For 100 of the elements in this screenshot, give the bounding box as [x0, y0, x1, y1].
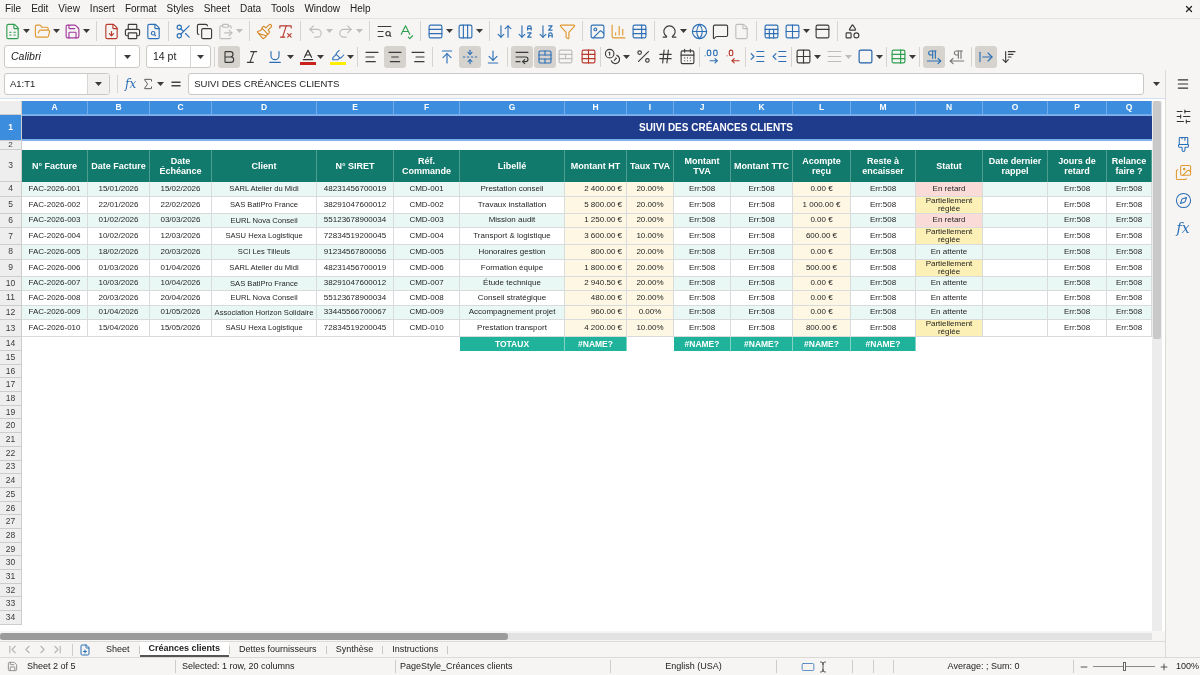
print-preview-icon[interactable]	[145, 22, 162, 40]
sort-descending-icon[interactable]	[538, 22, 555, 40]
borders-icon[interactable]	[795, 48, 812, 65]
omega-icon[interactable]	[661, 22, 678, 40]
underline-icon[interactable]	[267, 48, 283, 65]
row-header[interactable]: 4	[0, 182, 22, 197]
row-header[interactable]: 7	[0, 228, 22, 245]
navigator-icon[interactable]	[1174, 192, 1192, 209]
cut-icon[interactable]	[175, 22, 192, 40]
row-header[interactable]: 11	[0, 291, 22, 306]
row-header[interactable]: 18	[0, 392, 22, 406]
document-status-icon[interactable]	[6, 661, 18, 672]
print-range-icon[interactable]	[763, 22, 780, 40]
name-box[interactable]: A1:T1	[4, 73, 110, 95]
pivot-table-icon[interactable]	[631, 22, 648, 40]
caret-icon[interactable]	[287, 54, 294, 59]
left-to-right-button[interactable]	[923, 45, 945, 68]
caret-icon[interactable]	[623, 54, 630, 59]
sheet-tab[interactable]: Instructions	[383, 642, 448, 657]
language[interactable]: English (USA)	[665, 659, 722, 674]
caret-icon[interactable]	[157, 82, 165, 86]
sort-ascending-icon[interactable]	[517, 22, 534, 40]
clear-formatting-icon[interactable]	[277, 22, 294, 40]
caret-icon[interactable]	[476, 29, 483, 33]
bold-button[interactable]	[218, 45, 240, 68]
caret-icon[interactable]	[876, 54, 883, 59]
paintbrush-icon[interactable]	[256, 22, 273, 40]
function-wizard-button[interactable]: fx	[125, 77, 137, 91]
functions-button[interactable]: fx	[1176, 220, 1190, 236]
add-decimal-icon[interactable]	[703, 48, 720, 65]
wrap-text-button[interactable]	[511, 45, 533, 68]
properties-icon[interactable]	[1174, 108, 1192, 125]
row-header[interactable]: 13	[0, 320, 22, 337]
shapes-icon[interactable]	[844, 22, 861, 40]
page-style[interactable]: PageStyle_Créances clients	[400, 660, 513, 671]
row-header[interactable]: 27	[0, 515, 22, 529]
currency-icon[interactable]	[604, 48, 621, 65]
font-color-icon[interactable]	[299, 48, 316, 65]
row-header[interactable]: 8	[0, 245, 22, 260]
align-bottom-icon[interactable]	[485, 48, 501, 65]
freeze-panes-icon[interactable]	[784, 22, 801, 40]
row-header[interactable]: 3	[0, 150, 22, 182]
menu-item[interactable]: View	[53, 1, 85, 17]
merge-cells-button[interactable]	[534, 45, 556, 68]
formula-input[interactable]: SUIVI DES CRÉANCES CLIENTS	[188, 73, 1144, 95]
align-middle-button[interactable]	[459, 45, 481, 68]
row-header[interactable]: 21	[0, 433, 22, 447]
menu-item[interactable]: Window	[299, 1, 345, 17]
row-header[interactable]: 15	[0, 351, 22, 365]
caret-icon[interactable]	[23, 29, 30, 33]
slider-thumb[interactable]	[1123, 662, 1126, 671]
align-top-icon[interactable]	[439, 48, 455, 65]
row-header[interactable]: 33	[0, 597, 22, 612]
caret-icon[interactable]	[83, 29, 90, 33]
calendar-icon[interactable]	[679, 48, 696, 65]
sheet-tab[interactable]: Créances clients	[139, 642, 230, 657]
row-header[interactable]: 24	[0, 474, 22, 488]
border-color-icon[interactable]	[857, 48, 874, 65]
number-format-icon[interactable]	[657, 48, 674, 65]
print-icon[interactable]	[124, 22, 141, 40]
menu-item[interactable]: Data	[234, 1, 267, 17]
zoom-in-icon[interactable]	[1159, 661, 1169, 672]
caret-icon[interactable]	[1152, 82, 1160, 86]
sort-icon[interactable]	[496, 22, 513, 40]
indent-increase-icon[interactable]	[749, 48, 766, 65]
globe-link-icon[interactable]	[691, 22, 708, 40]
menu-item[interactable]: Tools	[266, 1, 300, 17]
columns-icon[interactable]	[457, 22, 474, 40]
italic-icon[interactable]	[244, 48, 260, 65]
caret-icon[interactable]	[680, 29, 687, 33]
menu-item[interactable]: Sheet	[198, 1, 235, 17]
percent-icon[interactable]	[635, 48, 652, 65]
remove-decimal-icon[interactable]	[725, 48, 742, 65]
row-header[interactable]: 20	[0, 419, 22, 434]
caret-icon[interactable]	[95, 82, 102, 86]
sheet-tab[interactable]: Synthèse	[326, 642, 383, 657]
close-icon[interactable]	[1184, 4, 1194, 14]
row-header[interactable]: 30	[0, 556, 22, 570]
save-icon[interactable]	[64, 22, 81, 40]
sheet-tab[interactable]: Sheet	[97, 642, 139, 657]
caret-icon[interactable]	[347, 54, 354, 59]
caret-icon[interactable]	[53, 29, 60, 33]
menu-item[interactable]: Styles	[161, 1, 199, 17]
comment-icon[interactable]	[712, 22, 729, 40]
row-header[interactable]: 17	[0, 378, 22, 393]
indent-decrease-icon[interactable]	[771, 48, 788, 65]
right-to-left-icon[interactable]	[949, 48, 965, 65]
table-icon[interactable]	[580, 48, 597, 65]
row-header[interactable]: 31	[0, 570, 22, 584]
vertical-scrollbar[interactable]	[1152, 101, 1162, 631]
image-icon[interactable]	[589, 22, 606, 40]
font-size-field[interactable]: 14 pt	[146, 45, 211, 68]
sheet-tab[interactable]: Dettes fournisseurs	[230, 642, 326, 657]
row-header[interactable]: 14	[0, 337, 22, 351]
caret-icon[interactable]	[197, 54, 204, 59]
caret-icon[interactable]	[803, 29, 810, 33]
caret-icon[interactable]	[317, 54, 324, 59]
align-center-button[interactable]	[384, 45, 406, 68]
row-header[interactable]: 2	[0, 141, 22, 150]
horizontal-scrollbar[interactable]	[0, 632, 1152, 640]
